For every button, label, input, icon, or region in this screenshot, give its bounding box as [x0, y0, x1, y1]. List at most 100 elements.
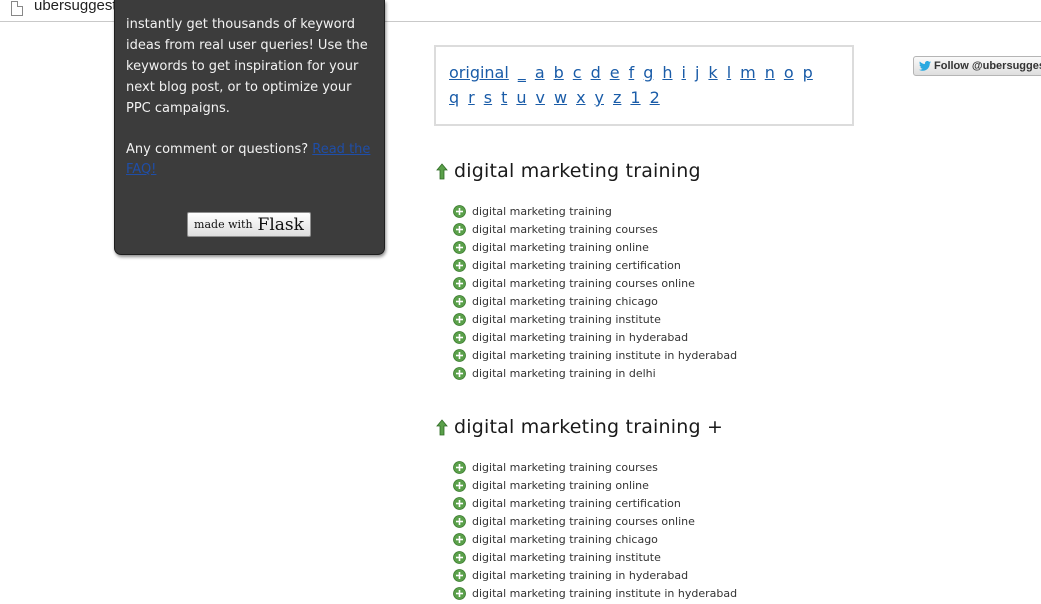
letter-link[interactable]: z [613, 88, 621, 107]
letter-link[interactable]: original [449, 63, 509, 82]
badge-big-text: Flask [257, 214, 304, 235]
arrow-up-icon[interactable] [436, 418, 448, 436]
keyword-item[interactable]: digital marketing training institute in … [453, 584, 737, 602]
letter-link[interactable]: h [662, 63, 672, 82]
keyword-item[interactable]: digital marketing training chicago [453, 292, 737, 310]
plus-icon [453, 550, 466, 564]
letter-link[interactable]: y [595, 88, 604, 107]
plus-icon [453, 532, 466, 546]
letter-link[interactable]: _ [518, 63, 526, 82]
keyword-item[interactable]: digital marketing training certification [453, 494, 737, 512]
keyword-list: digital marketing training digital market… [453, 202, 737, 382]
letter-link[interactable]: a [535, 63, 545, 82]
keyword-text: digital marketing training chicago [472, 294, 658, 308]
plus-icon [453, 568, 466, 582]
keyword-item[interactable]: digital marketing training courses [453, 220, 737, 238]
keyword-text: digital marketing training in hyderabad [472, 568, 689, 582]
letter-link[interactable]: v [536, 88, 545, 107]
keyword-item[interactable]: digital marketing training online [453, 238, 737, 256]
letter-link[interactable]: f [629, 63, 635, 82]
letter-link[interactable]: s [484, 88, 492, 107]
section-title: digital marketing training [454, 160, 701, 182]
page-icon [11, 1, 23, 16]
letter-link[interactable]: j [695, 63, 699, 82]
plus-icon [453, 496, 466, 510]
letter-link[interactable]: w [554, 88, 567, 107]
section-title: digital marketing training + [454, 416, 724, 438]
results-section-2: digital marketing training + digital mar… [436, 414, 737, 602]
keyword-item[interactable]: digital marketing training courses onlin… [453, 512, 737, 530]
sidebar-question: Any comment or questions? Read the FAQ! [126, 140, 378, 180]
keyword-list: digital marketing training courses digita… [453, 458, 737, 602]
plus-icon [453, 366, 466, 380]
keyword-item[interactable]: digital marketing training chicago [453, 530, 737, 548]
section-header: digital marketing training [436, 158, 737, 184]
keyword-item[interactable]: digital marketing training in hyderabad [453, 328, 737, 346]
sidebar-description: instantly get thousands of keyword ideas… [126, 17, 368, 116]
keyword-item[interactable]: digital marketing training institute in … [453, 346, 737, 364]
keyword-item[interactable]: digital marketing training in hyderabad [453, 566, 737, 584]
plus-icon [453, 312, 466, 326]
plus-icon [453, 478, 466, 492]
keyword-text: digital marketing training courses onlin… [472, 514, 695, 528]
results-section-1: digital marketing training digital marke… [436, 158, 737, 382]
letter-link[interactable]: r [468, 88, 475, 107]
letter-link[interactable]: m [740, 63, 756, 82]
letter-link[interactable]: b [554, 63, 564, 82]
badge-small-text: made with [194, 218, 253, 231]
keyword-item[interactable]: digital marketing training [453, 202, 737, 220]
letter-link[interactable]: d [591, 63, 601, 82]
plus-icon [453, 240, 466, 254]
keyword-item[interactable]: digital marketing training online [453, 476, 737, 494]
letter-link[interactable]: 1 [630, 88, 640, 107]
info-sidebar: instantly get thousands of keyword ideas… [114, 0, 385, 255]
keyword-text: digital marketing training [472, 204, 612, 218]
plus-icon [453, 586, 466, 600]
letter-link[interactable]: x [576, 88, 585, 107]
plus-icon [453, 348, 466, 362]
keyword-item[interactable]: digital marketing training institute [453, 548, 737, 566]
twitter-follow-label: Follow @ubersuggest [934, 60, 1041, 72]
keyword-text: digital marketing training courses [472, 460, 658, 474]
keyword-text: digital marketing training chicago [472, 532, 658, 546]
letter-link[interactable]: 2 [650, 88, 660, 107]
keyword-text: digital marketing training certification [472, 496, 681, 510]
keyword-text: digital marketing training courses onlin… [472, 276, 695, 290]
keyword-item[interactable]: digital marketing training courses [453, 458, 737, 476]
letter-link[interactable]: e [610, 63, 620, 82]
letter-link[interactable]: l [727, 63, 731, 82]
letter-link[interactable]: t [501, 88, 507, 107]
letter-link[interactable]: p [803, 63, 813, 82]
keyword-item[interactable]: digital marketing training institute [453, 310, 737, 328]
letter-row-2: qrstuvwxyz12 [449, 88, 660, 107]
letter-link[interactable]: k [708, 63, 717, 82]
plus-icon [453, 460, 466, 474]
letter-link[interactable]: g [643, 63, 653, 82]
letter-navigation: original _ a b c d e f g h i j k l m n o p qrstuvwxyz12 [434, 45, 854, 126]
letter-link[interactable]: n [765, 63, 775, 82]
letter-link[interactable]: c [573, 63, 582, 82]
plus-icon [453, 222, 466, 236]
plus-icon [453, 294, 466, 308]
twitter-follow-button[interactable]: Follow @ubersuggest [913, 56, 1041, 76]
keyword-text: digital marketing training institute [472, 312, 661, 326]
plus-icon [453, 276, 466, 290]
keyword-text: digital marketing training online [472, 478, 649, 492]
keyword-text: digital marketing training institute in … [472, 586, 738, 600]
letter-link[interactable]: i [682, 63, 686, 82]
keyword-text: digital marketing training courses [472, 222, 658, 236]
letter-link[interactable]: o [784, 63, 794, 82]
letter-link[interactable]: q [449, 88, 459, 107]
plus-icon [453, 514, 466, 528]
keyword-item[interactable]: digital marketing training courses onlin… [453, 274, 737, 292]
keyword-text: digital marketing training online [472, 240, 649, 254]
letter-link[interactable]: u [516, 88, 526, 107]
keyword-item[interactable]: digital marketing training in delhi [453, 364, 737, 382]
keyword-text: digital marketing training certification [472, 258, 681, 272]
arrow-up-icon[interactable] [436, 162, 448, 180]
keyword-item[interactable]: digital marketing training certification [453, 256, 737, 274]
plus-icon [453, 204, 466, 218]
plus-icon [453, 330, 466, 344]
plus-icon [453, 258, 466, 272]
made-with-flask-badge[interactable]: made with Flask [187, 212, 311, 237]
